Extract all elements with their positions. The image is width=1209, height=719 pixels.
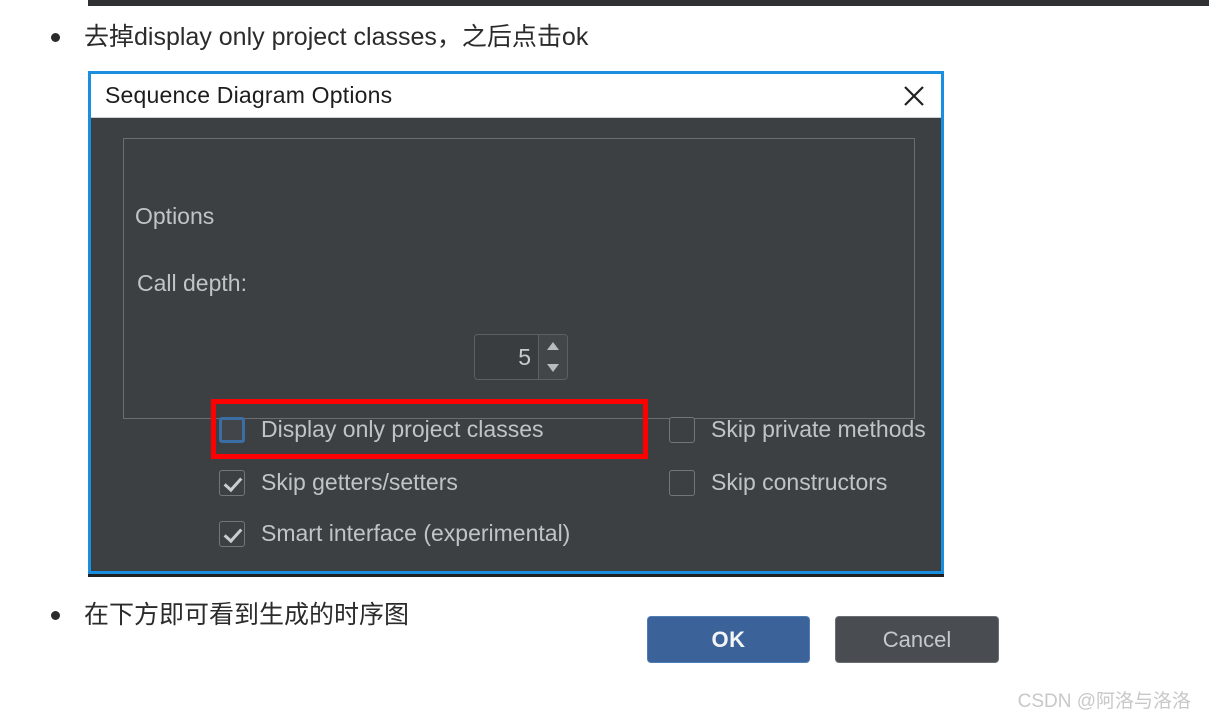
list-item-label: 在下方即可看到生成的时序图	[84, 601, 410, 629]
checkbox-box[interactable]	[219, 520, 245, 547]
checkbox-box[interactable]	[219, 416, 245, 443]
dialog-bottom-shadow	[88, 574, 944, 577]
checkbox-label: Skip constructors	[711, 469, 888, 495]
call-depth-value[interactable]: 5	[475, 335, 538, 379]
checkbox-label: Display only project classes	[261, 416, 544, 442]
bullet-marker	[51, 33, 60, 42]
checkbox-label: Smart interface (experimental)	[261, 520, 571, 546]
stepper-buttons	[538, 335, 567, 379]
checkbox-skip-getters-setters[interactable]: Skip getters/setters	[219, 469, 458, 496]
call-depth-stepper[interactable]: 5	[474, 334, 568, 380]
chevron-down-icon[interactable]	[539, 357, 567, 379]
checkbox-box[interactable]	[669, 416, 695, 443]
checkbox-display-only-project-classes[interactable]: Display only project classes	[219, 416, 544, 443]
checkbox-label: Skip private methods	[711, 416, 926, 442]
chevron-up-icon[interactable]	[539, 335, 567, 357]
cropped-top-strip	[88, 0, 1209, 6]
checkbox-box[interactable]	[219, 469, 245, 496]
sequence-diagram-options-dialog: Sequence Diagram Options Options Call de…	[88, 71, 999, 663]
dialog-title: Sequence Diagram Options	[105, 82, 393, 108]
list-item: 在下方即可看到生成的时序图	[51, 598, 409, 632]
checkbox-smart-interface[interactable]: Smart interface (experimental)	[219, 520, 570, 547]
call-depth-label: Call depth:	[137, 270, 247, 296]
dialog-titlebar: Sequence Diagram Options	[91, 74, 941, 118]
call-depth-row: Call depth:	[137, 270, 247, 297]
bullet-marker	[51, 611, 60, 620]
close-icon[interactable]	[899, 81, 929, 111]
options-group-legend: Options	[127, 204, 223, 228]
checkbox-skip-constructors[interactable]: Skip constructors	[669, 469, 887, 496]
checkbox-label: Skip getters/setters	[261, 469, 458, 495]
cancel-button[interactable]: Cancel	[835, 616, 999, 663]
checkbox-box[interactable]	[669, 469, 695, 496]
dialog-body: Options Call depth: 5 Display only proje…	[91, 118, 999, 663]
list-item: 去掉display only project classes，之后点击ok	[51, 20, 588, 54]
checkbox-skip-private-methods[interactable]: Skip private methods	[669, 416, 926, 443]
ok-button[interactable]: OK	[647, 616, 810, 663]
csdn-watermark: CSDN @阿洛与洛洛	[1017, 691, 1191, 712]
list-item-label: 去掉display only project classes，之后点击ok	[84, 23, 589, 51]
